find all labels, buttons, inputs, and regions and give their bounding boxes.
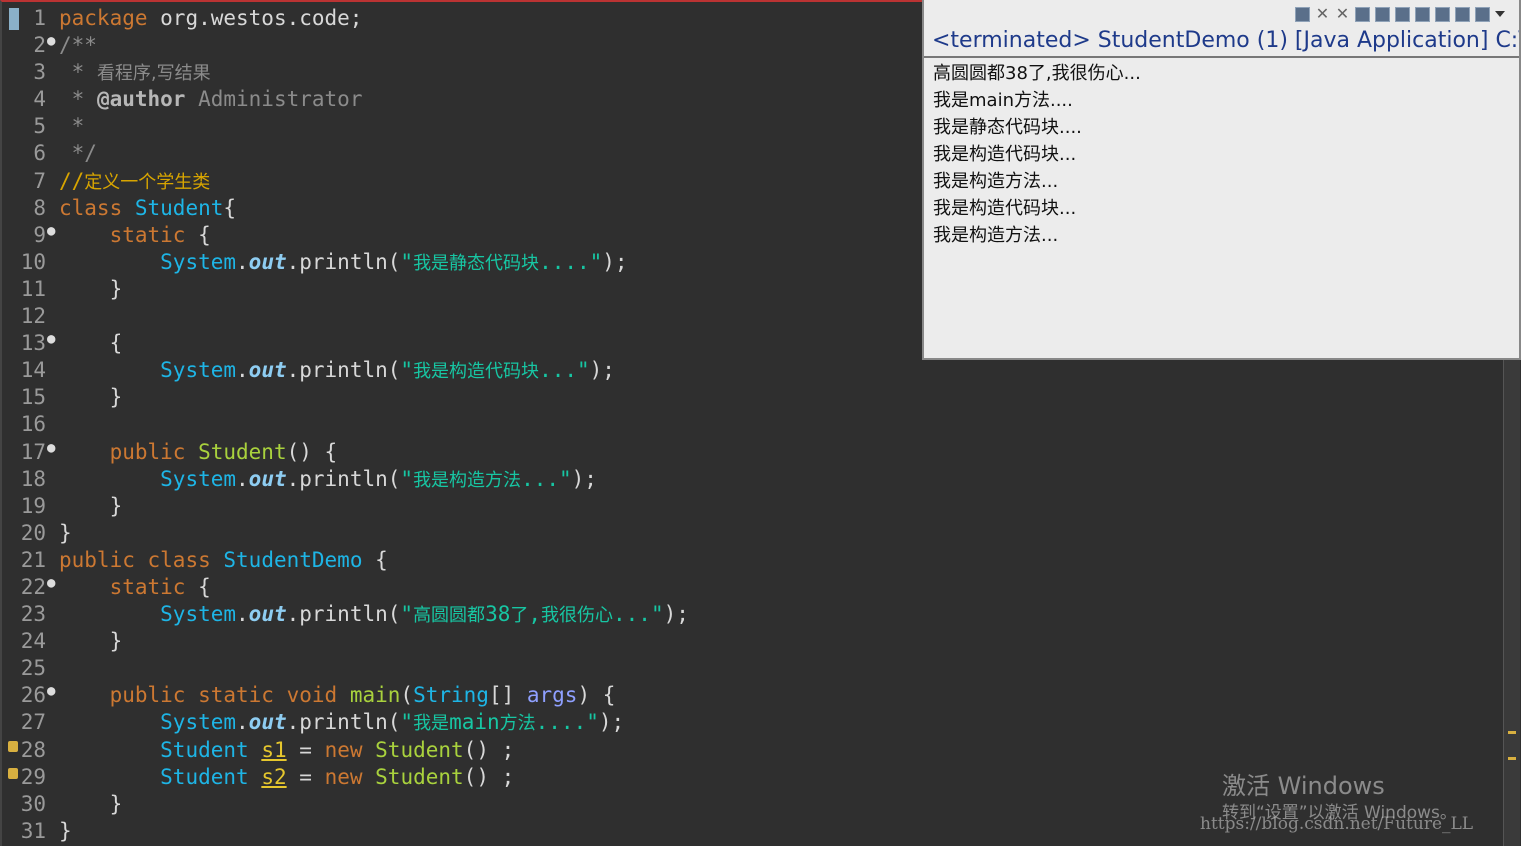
console-output-line: 我是构造代码块... [933,198,1077,219]
console-output-line: 我是构造代码块... [933,144,1077,165]
line-number: 7 [33,168,46,193]
code-text: System.out.println("我是main方法...."); [160,710,625,735]
console-view[interactable]: ✕ ✕ <terminated> StudentDemo (1) [Java Ap… [922,0,1521,360]
line-number: 3 [33,60,46,85]
scroll-lock-icon[interactable] [1355,6,1370,22]
fold-toggle-icon[interactable]: ● [47,570,55,597]
line-number: 16 [20,412,46,437]
code-text: public class StudentDemo { [59,547,388,572]
remove-launch-icon[interactable]: ✕ [1315,5,1330,22]
blog-credit: https://blog.csdn.net/Future_LL [1200,814,1474,834]
fold-toggle-icon[interactable]: ● [47,218,55,245]
warning-mark[interactable] [1508,731,1516,734]
fold-toggle-icon[interactable]: ● [47,28,55,55]
code-text: Student s2 = new Student() ; [160,764,515,789]
show-on-output-icon[interactable] [1395,6,1410,22]
line-number: 14 [20,358,46,383]
warning-icon[interactable] [8,740,18,752]
code-text: static { [109,222,211,247]
code-text: { [59,331,123,356]
code-text: public Student() { [109,439,338,464]
line-number: 21 [20,547,46,572]
code-text: //定义一个学生类 [59,168,211,193]
line-number: 22 [20,574,46,599]
line-number: 10 [20,249,46,274]
console-toolbar: ✕ ✕ [924,0,1519,28]
line-number: 30 [20,791,46,816]
code-text: } [59,493,123,518]
view-menu-icon[interactable] [1495,11,1505,17]
code-text: System.out.println("我是静态代码块...."); [160,249,628,274]
code-text: } [59,520,72,545]
show-on-error-icon[interactable] [1415,6,1430,22]
watermark-title: 激活 Windows [1222,772,1385,800]
console-output-line: 我是构造方法... [933,225,1059,246]
code-text: } [59,629,123,654]
remove-all-icon[interactable]: ✕ [1335,5,1350,22]
code-text: * @author Administrator [59,87,363,112]
code-text: } [59,276,123,301]
fold-toggle-icon[interactable]: ● [47,435,55,462]
code-text: class Student{ [59,195,237,220]
terminate-icon[interactable] [1295,6,1310,22]
line-number: 9 [33,222,46,247]
pin-console-icon[interactable] [1435,6,1450,22]
console-output[interactable]: 高圆圆都38了,我很伤心... 我是main方法.... 我是静态代码块.... 我是… [924,58,1519,249]
line-number: 26 [20,683,46,708]
code-text: * 看程序,写结果 [59,60,211,85]
code-text: System.out.println("我是构造方法..."); [160,466,597,491]
word-wrap-icon[interactable] [1375,6,1390,22]
console-output-line: 高圆圆都38了,我很伤心... [933,63,1141,84]
code-text: } [59,791,123,816]
console-output-line: 我是main方法.... [933,90,1073,111]
line-number: 8 [33,195,46,220]
line-number: 15 [20,385,46,410]
code-text: } [59,818,72,843]
code-text: */ [59,141,97,166]
line-number: 11 [20,276,46,301]
code-text: System.out.println("高圆圆都38了,我很伤心..."); [160,602,689,627]
open-console-icon[interactable] [1475,6,1490,22]
warning-icon[interactable] [8,767,18,779]
editor-overview-ruler[interactable] [1503,360,1520,846]
code-text: * [59,114,85,139]
code-text: static { [109,574,211,599]
fold-toggle-icon[interactable]: ● [47,678,55,705]
line-number: 19 [20,493,46,518]
code-text: public static void main(String[] args) { [109,683,616,708]
line-number: 24 [20,629,46,654]
line-number: 2 [33,33,46,58]
line-number: 4 [33,87,46,112]
line-number: 5 [33,114,46,139]
fold-toggle-icon[interactable]: ● [47,326,55,353]
line-number: 6 [33,141,46,166]
line-number: 31 [20,818,46,843]
code-text: package org.westos.code; [59,6,363,30]
line-number: 18 [20,466,46,491]
code-text: Student s1 = new Student() ; [160,737,515,762]
console-output-line: 我是构造方法... [933,171,1059,192]
code-text: /** [59,33,97,58]
line-number: 20 [20,520,46,545]
line-number: 1 [33,6,46,30]
line-number: 13 [20,331,46,356]
display-console-icon[interactable] [1455,6,1470,22]
line-number: 25 [20,656,46,681]
line-number: 27 [20,710,46,735]
console-output-line: 我是静态代码块.... [933,117,1082,138]
line-number: 17 [20,439,46,464]
line-number: 23 [20,602,46,627]
code-text: } [59,385,123,410]
code-text: System.out.println("我是构造代码块..."); [160,358,615,383]
warning-mark[interactable] [1508,757,1516,760]
line-number: 12 [20,304,46,329]
console-title: <terminated> StudentDemo (1) [Java Appli… [924,28,1519,58]
